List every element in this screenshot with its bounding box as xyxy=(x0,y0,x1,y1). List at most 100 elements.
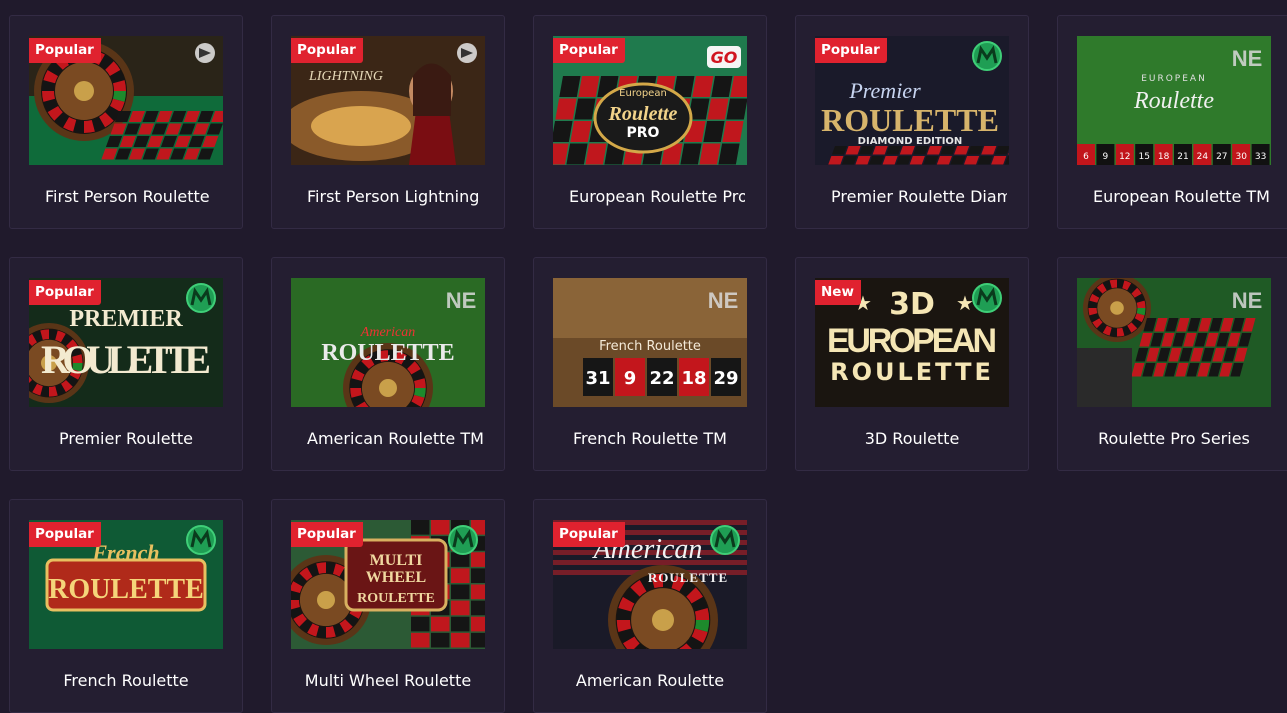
game-thumbnail[interactable]: ★ ★ 3D EUROPEAN ROULETTE New xyxy=(815,278,1009,407)
number-label: 31 xyxy=(585,368,610,389)
game-title[interactable]: American Roulette xyxy=(553,670,747,692)
game-thumbnail-art: NE xyxy=(1077,278,1271,407)
number-label: 24 xyxy=(1197,152,1209,162)
art-text-french: French xyxy=(91,540,159,565)
game-card-roulette-pro-series[interactable]: NE Roulette Pro Series xyxy=(1057,257,1287,471)
game-thumbnail[interactable]: American ROULETTE NE xyxy=(291,278,485,407)
art-text-premier: Premier xyxy=(848,78,921,103)
game-card-french-roulette-tm[interactable]: French Roulette 31 9 22 18 29 NE French Roulett… xyxy=(533,257,767,471)
game-thumbnail[interactable]: American ROULETTE Popular xyxy=(553,520,747,649)
game-card-european-roulette-pro[interactable]: European Roulette PRO GO Popular European Rou… xyxy=(533,15,767,229)
art-text-american: American xyxy=(360,325,415,340)
art-text-pro: PRO xyxy=(627,125,660,141)
lightning-logo-text: LIGHTNING xyxy=(308,69,383,84)
netent-go-logo-icon: GO xyxy=(707,46,741,68)
game-thumbnail[interactable]: LIGHTNING Popular xyxy=(291,36,485,165)
game-thumbnail-art: AmericanROULETTE NE xyxy=(291,278,485,407)
art-text-roulette: ROULETTE xyxy=(830,358,994,386)
game-thumbnail[interactable]: EUROPEAN Roulette 6 9 12 15 18 21 24 27 30 33 NE xyxy=(1077,36,1271,165)
game-title[interactable]: First Person Roulette xyxy=(45,186,221,208)
popular-badge: Popular xyxy=(553,522,625,547)
number-label: 21 xyxy=(1177,152,1188,162)
number-label: 15 xyxy=(1138,152,1149,162)
game-title[interactable]: First Person Lightning Roulette xyxy=(307,186,483,208)
art-text-multi: MULTI xyxy=(370,552,423,569)
art-text-french: French Roulette xyxy=(599,339,701,354)
game-thumbnail[interactable]: Popular xyxy=(29,36,223,165)
art-text-roulette: ROULETTE xyxy=(648,570,728,585)
game-thumbnail[interactable]: French ROULETTE Popular xyxy=(29,520,223,649)
game-title[interactable]: American Roulette TM xyxy=(307,428,483,450)
popular-badge: Popular xyxy=(29,38,101,63)
netent-logo-icon: NE xyxy=(1232,288,1263,313)
number-label: 9 xyxy=(1103,152,1109,162)
game-card-first-person-lightning-roulette[interactable]: LIGHTNING Popular First Person Lightning R… xyxy=(271,15,505,229)
art-text-roulette: Roulette xyxy=(1133,88,1214,114)
popular-badge: Popular xyxy=(29,522,101,547)
new-badge: New xyxy=(815,280,861,305)
game-title[interactable]: French Roulette xyxy=(29,670,223,692)
number-label: 30 xyxy=(1235,152,1247,162)
game-title[interactable]: Multi Wheel Roulette xyxy=(291,670,485,692)
art-text-roulette: ROULETTE xyxy=(821,102,999,138)
game-card-european-roulette-tm[interactable]: EUROPEAN Roulette 6 9 12 15 18 21 24 27 30 33 NE Euro… xyxy=(1057,15,1287,229)
number-label: 33 xyxy=(1255,152,1266,162)
number-label: 22 xyxy=(649,368,674,389)
art-text-premier: PREMIER xyxy=(69,306,183,332)
number-label: 27 xyxy=(1216,152,1227,162)
game-thumbnail[interactable]: NE xyxy=(1077,278,1271,407)
microgaming-logo-icon xyxy=(186,283,216,313)
number-label: 12 xyxy=(1119,152,1130,162)
star-icon: ★ xyxy=(956,291,974,315)
game-thumbnail[interactable]: European Roulette PRO GO Popular xyxy=(553,36,747,165)
game-card-american-roulette[interactable]: American ROULETTE Popular American Roulette xyxy=(533,499,767,713)
netent-logo-icon: NE xyxy=(1232,46,1263,71)
game-thumbnail[interactable]: PREMIER ROULETTE Popular xyxy=(29,278,223,407)
game-card-french-roulette[interactable]: French ROULETTE Popular French Roulette xyxy=(9,499,243,713)
game-title[interactable]: Premier Roulette xyxy=(29,428,223,450)
game-thumbnail[interactable]: Premier ROULETTE DIAMOND EDITION Popular xyxy=(815,36,1009,165)
game-card-3d-roulette[interactable]: ★ ★ 3D EUROPEAN ROULETTE New 3D Roulette xyxy=(795,257,1029,471)
game-title[interactable]: 3D Roulette xyxy=(815,428,1009,450)
game-thumbnail[interactable]: MULTI WHEEL ROULETTE Popular xyxy=(291,520,485,649)
art-text-european: European xyxy=(619,88,667,99)
evolution-logo-icon xyxy=(195,43,215,63)
evolution-logo-icon xyxy=(457,43,477,63)
microgaming-logo-icon xyxy=(710,525,740,555)
art-text-roulette: ROULETTE xyxy=(357,591,435,606)
popular-badge: Popular xyxy=(553,38,625,63)
number-label: 18 xyxy=(681,368,706,389)
number-label: 29 xyxy=(713,368,738,389)
game-card-premier-roulette[interactable]: PREMIER ROULETTE Popular Premier Roulette xyxy=(9,257,243,471)
popular-badge: Popular xyxy=(815,38,887,63)
game-title[interactable]: Premier Roulette Diamond Edition xyxy=(831,186,1007,208)
microgaming-logo-icon xyxy=(448,525,478,555)
netent-logo-icon: NE xyxy=(708,288,739,313)
number-label: 18 xyxy=(1158,152,1170,162)
game-title[interactable]: European Roulette TM xyxy=(1093,186,1269,208)
art-text-roulette: Roulette xyxy=(608,103,678,125)
game-card-first-person-roulette[interactable]: Popular First Person Roulette xyxy=(9,15,243,229)
game-card-american-roulette-tm[interactable]: American ROULETTE NE American Roulette TM xyxy=(271,257,505,471)
number-label: 6 xyxy=(1083,152,1089,162)
game-thumbnail-art: French Roulette 31 9 22 18 29 NE xyxy=(553,278,747,407)
game-thumbnail-art: EUROPEAN Roulette 6 9 12 15 18 21 24 27 30 33 NE xyxy=(1077,36,1271,165)
art-text-roulette: ROULETTE xyxy=(321,340,454,366)
game-title[interactable]: European Roulette Pro xyxy=(569,186,745,208)
game-title[interactable]: Roulette Pro Series xyxy=(1077,428,1271,450)
game-card-multi-wheel-roulette[interactable]: MULTI WHEEL ROULETTE Popular Multi Wheel Rou… xyxy=(271,499,505,713)
game-thumbnail[interactable]: French Roulette 31 9 22 18 29 NE xyxy=(553,278,747,407)
art-text-european: EUROPEAN xyxy=(827,322,997,360)
art-text-3d: 3D xyxy=(889,287,935,322)
microgaming-logo-icon xyxy=(972,41,1002,71)
popular-badge: Popular xyxy=(291,38,363,63)
microgaming-logo-icon xyxy=(186,525,216,555)
game-grid: Popular First Person Roulette LIGHTNING Pop… xyxy=(9,15,1287,713)
game-card-premier-roulette-diamond-edition[interactable]: Premier ROULETTE DIAMOND EDITION Popular Pre… xyxy=(795,15,1029,229)
art-text-european: EUROPEAN xyxy=(1141,74,1207,84)
popular-badge: Popular xyxy=(291,522,363,547)
game-title[interactable]: French Roulette TM xyxy=(553,428,747,450)
microgaming-logo-icon xyxy=(972,283,1002,313)
netent-go-logo-text: GO xyxy=(711,48,738,67)
art-text-roulette: ROULETTE xyxy=(48,574,204,605)
